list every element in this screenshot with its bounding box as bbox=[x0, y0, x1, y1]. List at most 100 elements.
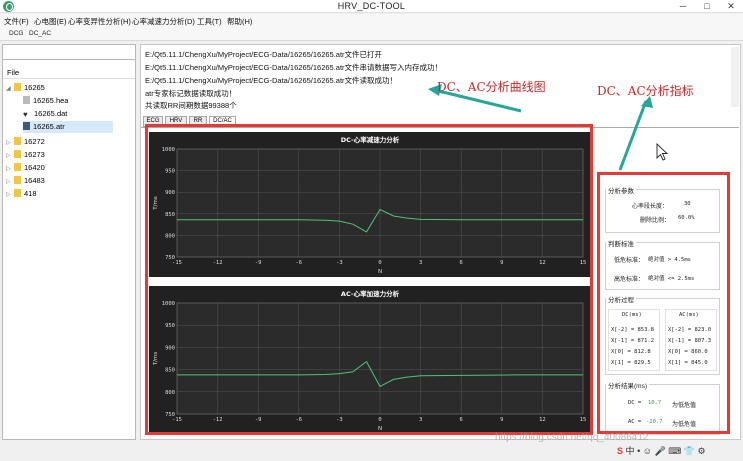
tree-item-atr[interactable]: 16265.atr bbox=[23, 121, 113, 133]
dc-row: X[1] = 829.5 bbox=[611, 360, 651, 366]
dc-x-tick-label: 6 bbox=[460, 260, 463, 266]
ac-y-tick-label: 850 bbox=[165, 368, 175, 374]
tree-item-hea[interactable]: 16265.hea bbox=[23, 95, 68, 107]
ac-result-text: 为低危值 bbox=[672, 422, 697, 428]
ac-x-tick-label: 15 bbox=[580, 417, 587, 423]
sogou-icon[interactable]: S bbox=[617, 446, 623, 456]
folder-icon bbox=[14, 83, 21, 91]
ac-y-tick-label: 1000 bbox=[162, 301, 175, 307]
file-tree-header: File bbox=[3, 66, 135, 79]
seg-length-label: 心率段长度： bbox=[632, 204, 669, 210]
skin-icon[interactable]: 👕 bbox=[684, 446, 695, 456]
ac-x-axis-label: N bbox=[378, 426, 382, 432]
watermark: https://blog.csdn.net/qq_40086412 bbox=[495, 432, 649, 443]
window-title: HRV_DC-TOOL bbox=[337, 1, 406, 11]
dc-row: X[0] = 812.8 bbox=[611, 349, 651, 355]
tree-item-dat[interactable]: ♥ 16265.dat bbox=[23, 108, 67, 120]
tree-item-418[interactable]: ▷ 418 bbox=[6, 188, 37, 200]
ac-row: X[0] = 860.0 bbox=[668, 349, 708, 355]
dc-x-tick-label: -9 bbox=[255, 260, 262, 266]
chinese-mode-icon[interactable]: 中 bbox=[626, 446, 635, 456]
log-line: E:/Qt5.11.1/ChengXu/MyProject/ECG-Data/1… bbox=[145, 50, 383, 59]
tree-item-16420[interactable]: ▷ 16420 bbox=[6, 162, 45, 174]
high-risk-label: 高危标准： bbox=[614, 277, 645, 283]
folder-icon bbox=[14, 163, 21, 171]
tab-ecg[interactable]: ECG bbox=[143, 116, 163, 127]
dc-chart: DC-心率减速力分析 -15 -12 -9 -6 -3 0 3 6 9 12 15 750 800 850 9… bbox=[149, 132, 591, 277]
collapsed-arrow-icon[interactable]: ▷ bbox=[6, 137, 14, 149]
ac-chart-svg: AC-心率加速力分析-15 -12 -9 -6 -3 0 3 6 9 12 157508008509… bbox=[153, 289, 587, 432]
dc-y-axis-label: T/ms bbox=[153, 196, 159, 211]
tree-item-16272[interactable]: ▷ 16272 bbox=[6, 136, 45, 148]
params-annotation-label: DC、AC分析指标 bbox=[597, 84, 694, 98]
log-line: E:/Qt5.11.1/ChengXu/MyProject/ECG-Data/1… bbox=[145, 76, 398, 85]
collapsed-arrow-icon[interactable]: ▷ bbox=[6, 189, 14, 201]
maximize-button[interactable]: □ bbox=[695, 0, 719, 12]
ac-x-tick-label: 0 bbox=[378, 417, 381, 423]
menu-file[interactable]: 文件(F) bbox=[4, 16, 29, 27]
tab-dcac[interactable]: DC/AC bbox=[209, 116, 236, 127]
keyboard-icon[interactable]: ⌨ bbox=[668, 446, 681, 456]
tab-rr[interactable]: RR bbox=[189, 116, 207, 127]
ac-x-tick-label: 12 bbox=[539, 417, 546, 423]
expanded-arrow-icon[interactable]: ◢ bbox=[6, 83, 14, 95]
toolbar-dcg-button[interactable]: DCG bbox=[9, 30, 23, 37]
dc-result-label: DC = bbox=[628, 400, 642, 406]
dc-y-tick-label: 850 bbox=[165, 212, 175, 218]
threshold-value: 60.0% bbox=[678, 215, 695, 221]
log-scrollbar[interactable] bbox=[731, 47, 739, 107]
menu-bar: 文件(F) 心电图(E) 心率变异性分析(H) 心率减速力分析(D) 工具(T)… bbox=[0, 14, 743, 28]
ac-y-tick-label: 950 bbox=[165, 323, 175, 329]
collapsed-arrow-icon[interactable]: ▷ bbox=[6, 163, 14, 175]
collapsed-arrow-icon[interactable]: ▷ bbox=[6, 150, 14, 162]
menu-ecg[interactable]: 心电图(E) bbox=[34, 16, 67, 27]
dc-x-tick-label: -3 bbox=[336, 260, 343, 266]
dc-chart-title: DC-心率减速力分析 bbox=[341, 135, 400, 144]
search-input[interactable] bbox=[3, 45, 135, 60]
toolbar-dcac-button[interactable]: DC_AC bbox=[29, 30, 51, 37]
ac-x-tick-label: 6 bbox=[460, 417, 463, 423]
voice-icon[interactable]: 🎤 bbox=[654, 446, 665, 456]
dc-x-tick-label: 12 bbox=[539, 260, 546, 266]
ac-row: X[1] = 845.0 bbox=[668, 360, 708, 366]
dc-x-tick-label: 0 bbox=[378, 260, 381, 266]
emoji-icon[interactable]: ☺ bbox=[643, 446, 652, 456]
dc-result-text: 为低危值 bbox=[672, 403, 697, 409]
settings-icon[interactable]: ⚙ bbox=[697, 446, 705, 456]
menu-help[interactable]: 帮助(H) bbox=[227, 16, 252, 27]
minimize-button[interactable]: ─ bbox=[671, 0, 695, 12]
menu-hrv[interactable]: 心率变异性分析(H) bbox=[68, 16, 131, 27]
file-panel: File ◢ 16265 16265.hea ♥ 16265.dat 16265.a… bbox=[2, 44, 136, 440]
ac-row: X[-1] = 807.3 bbox=[668, 338, 712, 344]
main-panel: E:/Qt5.11.1/ChengXu/MyProject/ECG-Data/1… bbox=[140, 44, 741, 440]
params-title: 分析参数 bbox=[606, 185, 636, 195]
ac-y-axis-label: T/ms bbox=[153, 352, 159, 367]
log-line: E:/Qt5.11.1/ChengXu/MyProject/ECG-Data/1… bbox=[145, 63, 443, 72]
tab-hrv[interactable]: HRV bbox=[165, 116, 187, 127]
heart-icon: ♥ bbox=[23, 110, 28, 119]
tree-item-16265[interactable]: ◢ 16265 bbox=[6, 82, 45, 94]
ac-x-tick-label: -6 bbox=[295, 417, 302, 423]
chart-annotation-label: DC、AC分析曲线图 bbox=[437, 80, 546, 94]
ac-x-tick-label: -9 bbox=[255, 417, 262, 423]
close-button[interactable]: ✕ bbox=[719, 0, 743, 12]
dc-y-tick-label: 950 bbox=[165, 169, 175, 175]
dc-x-tick-label: 15 bbox=[580, 260, 587, 266]
ac-x-tick-label: -12 bbox=[213, 417, 223, 423]
toolbar: DCG DC_AC bbox=[0, 28, 743, 41]
dc-row: X[-2] = 853.8 bbox=[611, 327, 655, 333]
params-panel: 分析参数 心率段长度： 30 删除比例： 60.0% 判断标准 低危标准： 绝对… bbox=[602, 183, 723, 438]
dc-y-tick-label: 1000 bbox=[162, 147, 175, 153]
ac-chart-title: AC-心率加速力分析 bbox=[341, 289, 400, 298]
tree-item-16273[interactable]: ▷ 16273 bbox=[6, 149, 45, 161]
log-line: atr专家标记数据读取成功！ bbox=[145, 89, 237, 98]
ac-y-tick-label: 800 bbox=[165, 390, 175, 396]
menu-tools[interactable]: 工具(T) bbox=[197, 16, 222, 27]
collapsed-arrow-icon[interactable]: ▷ bbox=[6, 176, 14, 188]
punctuation-icon[interactable]: • bbox=[637, 446, 640, 456]
dcac-plot-area: DC-心率减速力分析 -15 -12 -9 -6 -3 0 3 6 9 12 15 750 800 850 9… bbox=[141, 127, 739, 439]
ac-row: X[-2] = 823.0 bbox=[668, 327, 712, 333]
ac-chart: AC-心率加速力分析 -15 -12 -9 -6 -3 0 3 6 9 12 15 750 800 850 9… bbox=[149, 286, 591, 434]
menu-dc[interactable]: 心率减速力分析(D) bbox=[132, 16, 195, 27]
tree-item-16483[interactable]: ▷ 16483 bbox=[6, 175, 45, 187]
